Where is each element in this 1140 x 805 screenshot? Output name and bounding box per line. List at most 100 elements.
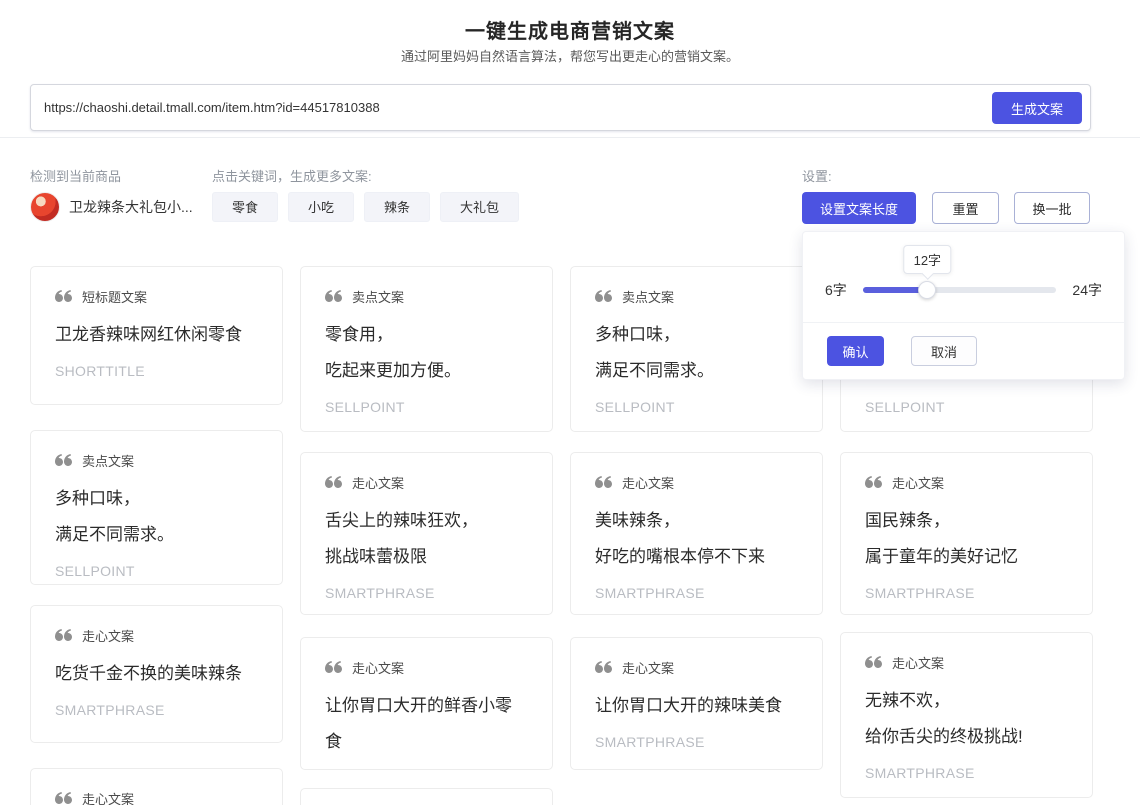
keyword-tag[interactable]: 辣条 bbox=[364, 192, 430, 222]
copy-text-line: 让你胃口大开的辣味美食 bbox=[595, 688, 798, 724]
copy-text-line: 挑战味蕾极限 bbox=[325, 539, 528, 575]
marketing-copy-generator-page: 一键生成电商营销文案 通过阿里妈妈自然语言算法，帮您写出更走心的营销文案。 生成… bbox=[0, 0, 1140, 805]
card-header: 走心文案 bbox=[325, 658, 528, 676]
copy-card[interactable]: 走心文案 无辣不欢，给你舌尖的终极挑战! SMARTPHRASE bbox=[840, 632, 1093, 798]
keyword-tag[interactable]: 大礼包 bbox=[440, 192, 519, 222]
quote-icon bbox=[325, 661, 342, 673]
card-copy-text: 无辣不欢，给你舌尖的终极挑战! bbox=[865, 683, 1068, 755]
copy-text-line: 舌尖上的辣味狂欢， bbox=[325, 503, 528, 539]
card-copy-text: 让你胃口大开的鲜香小零食 bbox=[325, 688, 528, 760]
copy-text-line: 好吃的嘴根本停不下来 bbox=[595, 539, 798, 575]
copy-text-line: 满足不同需求。 bbox=[595, 353, 798, 389]
card-category: SELLPOINT bbox=[55, 563, 258, 579]
copy-text-line: 卫龙香辣味网红休闲零食 bbox=[55, 317, 258, 353]
card-category: SMARTPHRASE bbox=[595, 585, 798, 601]
card-header: 走心文案 bbox=[55, 626, 258, 644]
copy-text-line: 满足不同需求。 bbox=[55, 517, 258, 553]
card-category: SHORTTITLE bbox=[55, 363, 258, 379]
product-image bbox=[30, 192, 60, 222]
detected-product-label: 检测到当前商品 bbox=[30, 166, 121, 185]
copy-card[interactable]: 走心文案 国民辣条，属于童年的美好记忆 SMARTPHRASE bbox=[840, 452, 1093, 615]
product-url-input[interactable] bbox=[32, 86, 982, 129]
generate-copy-button[interactable]: 生成文案 bbox=[992, 92, 1082, 124]
quote-icon bbox=[595, 661, 612, 673]
card-type-label: 走心文案 bbox=[892, 653, 944, 672]
url-input-container: 生成文案 bbox=[30, 84, 1091, 131]
card-header: 走心文案 bbox=[325, 473, 528, 491]
card-copy-text: 卫龙香辣味网红休闲零食 bbox=[55, 317, 258, 353]
confirm-button[interactable]: 确认 bbox=[827, 336, 884, 366]
copy-text-line: 多种口味， bbox=[595, 317, 798, 353]
slider-max-label: 24字 bbox=[1072, 280, 1102, 300]
card-category: SELLPOINT bbox=[865, 399, 1068, 415]
copy-card[interactable]: 走心文案 吃货千金不换的美味辣条 SMARTPHRASE bbox=[30, 605, 283, 743]
copy-card[interactable]: 卖点文案 多种口味，满足不同需求。 SELLPOINT bbox=[570, 266, 823, 432]
copy-card[interactable] bbox=[300, 788, 553, 805]
settings-label: 设置: bbox=[802, 166, 832, 185]
card-header: 走心文案 bbox=[865, 473, 1068, 491]
quote-icon bbox=[595, 290, 612, 302]
slider-min-label: 6字 bbox=[825, 280, 847, 300]
card-category: SMARTPHRASE bbox=[865, 765, 1068, 781]
quote-icon bbox=[325, 476, 342, 488]
copy-text-line: 给你舌尖的终极挑战! bbox=[865, 719, 1068, 755]
card-category: SELLPOINT bbox=[325, 399, 528, 415]
copy-text-line: 国民辣条， bbox=[865, 503, 1068, 539]
copy-text-line: 吃起来更加方便。 bbox=[325, 353, 528, 389]
card-copy-text: 零食用，吃起来更加方便。 bbox=[325, 317, 528, 389]
card-type-label: 走心文案 bbox=[622, 473, 674, 492]
copy-card[interactable]: 短标题文案 卫龙香辣味网红休闲零食 SHORTTITLE bbox=[30, 266, 283, 405]
copy-text-line: 零食用， bbox=[325, 317, 528, 353]
copy-card[interactable]: 卖点文案 多种口味，满足不同需求。 SELLPOINT bbox=[30, 430, 283, 585]
copy-length-popup: 6字 12字 24字 确认 取消 bbox=[802, 231, 1125, 380]
slider-value-tooltip: 12字 bbox=[904, 245, 951, 274]
card-header: 卖点文案 bbox=[595, 287, 798, 305]
quote-icon bbox=[55, 629, 72, 641]
popup-footer: 确认 取消 bbox=[803, 323, 1124, 379]
card-copy-text: 舌尖上的辣味狂欢，挑战味蕾极限 bbox=[325, 503, 528, 575]
reset-button[interactable]: 重置 bbox=[932, 192, 999, 224]
card-type-label: 走心文案 bbox=[622, 658, 674, 677]
slider-handle[interactable] bbox=[918, 281, 936, 299]
detected-product: 卫龙辣条大礼包小... bbox=[30, 192, 193, 222]
page-title: 一键生成电商营销文案 bbox=[0, 15, 1140, 44]
quote-icon bbox=[325, 290, 342, 302]
card-header: 走心文案 bbox=[595, 658, 798, 676]
card-category: SMARTPHRASE bbox=[55, 702, 258, 718]
copy-card[interactable]: 走心文案 美味辣条，好吃的嘴根本停不下来 SMARTPHRASE bbox=[570, 452, 823, 615]
copy-card[interactable]: 走心文案 bbox=[30, 768, 283, 805]
quote-icon bbox=[865, 476, 882, 488]
card-type-label: 走心文案 bbox=[352, 658, 404, 677]
copy-text-line: 无辣不欢， bbox=[865, 683, 1068, 719]
card-header: 走心文案 bbox=[55, 789, 258, 805]
keyword-tag[interactable]: 小吃 bbox=[288, 192, 354, 222]
keyword-tag[interactable]: 零食 bbox=[212, 192, 278, 222]
copy-card[interactable]: 走心文案 让你胃口大开的辣味美食 SMARTPHRASE bbox=[570, 637, 823, 770]
page-subtitle: 通过阿里妈妈自然语言算法，帮您写出更走心的营销文案。 bbox=[0, 46, 1140, 65]
copy-card[interactable]: 走心文案 让你胃口大开的鲜香小零食 SMARTPHRASE bbox=[300, 637, 553, 770]
card-type-label: 走心文案 bbox=[352, 473, 404, 492]
quote-icon bbox=[595, 476, 612, 488]
cancel-button[interactable]: 取消 bbox=[911, 336, 977, 366]
keyword-tags: 零食小吃辣条大礼包 bbox=[212, 192, 529, 222]
header-divider bbox=[0, 137, 1140, 138]
set-copy-length-button[interactable]: 设置文案长度 bbox=[802, 192, 916, 224]
card-type-label: 卖点文案 bbox=[352, 287, 404, 306]
card-type-label: 走心文案 bbox=[82, 626, 134, 645]
quote-icon bbox=[55, 454, 72, 466]
card-copy-text: 国民辣条，属于童年的美好记忆 bbox=[865, 503, 1068, 575]
card-header: 卖点文案 bbox=[55, 451, 258, 469]
card-copy-text: 多种口味，满足不同需求。 bbox=[595, 317, 798, 389]
card-copy-text: 多种口味，满足不同需求。 bbox=[55, 481, 258, 553]
copy-text-line: 属于童年的美好记忆 bbox=[865, 539, 1068, 575]
copy-card[interactable]: 走心文案 舌尖上的辣味狂欢，挑战味蕾极限 SMARTPHRASE bbox=[300, 452, 553, 615]
copy-text-line: 美味辣条， bbox=[595, 503, 798, 539]
copy-card[interactable]: 卖点文案 零食用，吃起来更加方便。 SELLPOINT bbox=[300, 266, 553, 432]
refresh-batch-button[interactable]: 换一批 bbox=[1014, 192, 1090, 224]
length-slider[interactable]: 12字 bbox=[863, 281, 1057, 299]
quote-icon bbox=[865, 656, 882, 668]
copy-text-line: 让你胃口大开的鲜香小零食 bbox=[325, 688, 528, 760]
card-copy-text: 让你胃口大开的辣味美食 bbox=[595, 688, 798, 724]
card-header: 卖点文案 bbox=[325, 287, 528, 305]
copy-text-line: 吃货千金不换的美味辣条 bbox=[55, 656, 258, 692]
